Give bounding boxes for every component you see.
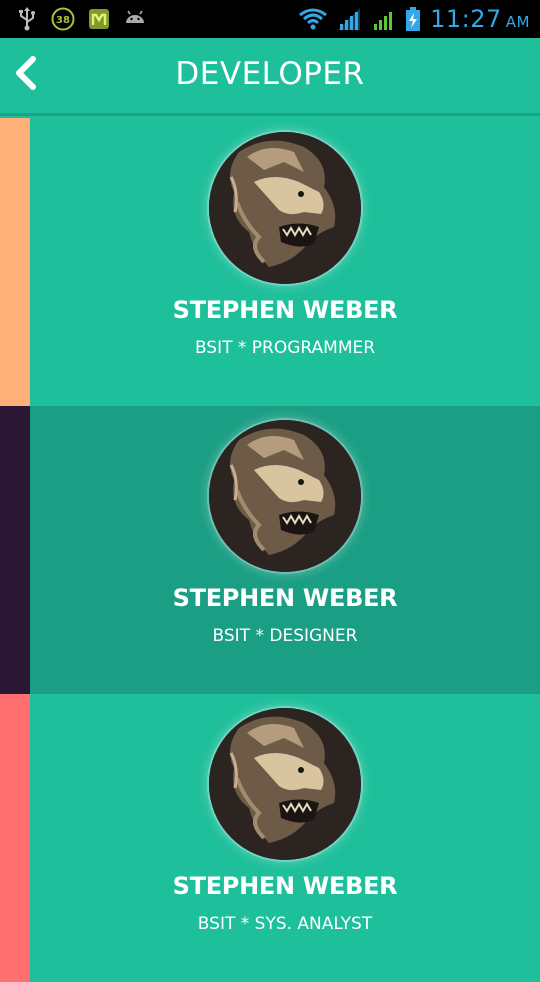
card-body: STEPHEN WEBER BSIT * DESIGNER <box>30 406 540 694</box>
card-body: STEPHEN WEBER BSIT * PROGRAMMER <box>30 118 540 406</box>
m-app-icon <box>86 6 112 32</box>
battery-charging-icon <box>404 6 422 32</box>
developer-role: BSIT * DESIGNER <box>212 626 358 646</box>
developer-name: STEPHEN WEBER <box>172 296 398 324</box>
developer-name: STEPHEN WEBER <box>172 584 398 612</box>
usb-icon <box>14 6 40 32</box>
notification-count: 38 <box>56 15 70 26</box>
developer-card[interactable]: STEPHEN WEBER BSIT * DESIGNER <box>0 406 540 694</box>
app-bar: DEVELOPER <box>0 38 540 116</box>
page-title: DEVELOPER <box>175 56 365 92</box>
status-bar-left: 38 <box>14 6 148 32</box>
developer-card[interactable]: STEPHEN WEBER BSIT * PROGRAMMER <box>0 118 540 406</box>
signal-2-icon <box>370 6 396 32</box>
card-accent-strip <box>0 694 30 982</box>
signal-1-icon <box>336 6 362 32</box>
android-debug-icon <box>122 6 148 32</box>
developer-role: BSIT * SYS. ANALYST <box>197 914 373 934</box>
avatar <box>209 420 361 572</box>
developer-role: BSIT * PROGRAMMER <box>194 338 376 358</box>
developer-name: STEPHEN WEBER <box>172 872 398 900</box>
avatar <box>209 708 361 860</box>
developer-card[interactable]: STEPHEN WEBER BSIT * SYS. ANALYST <box>0 694 540 982</box>
status-bar: 38 11:27 AM <box>0 0 540 38</box>
clock-time: 11:27 <box>430 5 502 33</box>
developer-list: STEPHEN WEBER BSIT * PROGRAMMER STEPHEN … <box>0 118 540 982</box>
lion-avatar-image <box>209 420 361 572</box>
lion-avatar-image <box>209 132 361 284</box>
card-body: STEPHEN WEBER BSIT * SYS. ANALYST <box>30 694 540 982</box>
card-accent-strip <box>0 406 30 694</box>
clock-ampm: AM <box>505 13 530 31</box>
status-clock: 11:27 AM <box>430 5 530 33</box>
notification-38-icon: 38 <box>50 6 76 32</box>
wifi-icon <box>298 6 328 32</box>
status-bar-right: 11:27 AM <box>298 0 530 38</box>
card-accent-strip <box>0 118 30 406</box>
avatar <box>209 132 361 284</box>
lion-avatar-image <box>209 708 361 860</box>
